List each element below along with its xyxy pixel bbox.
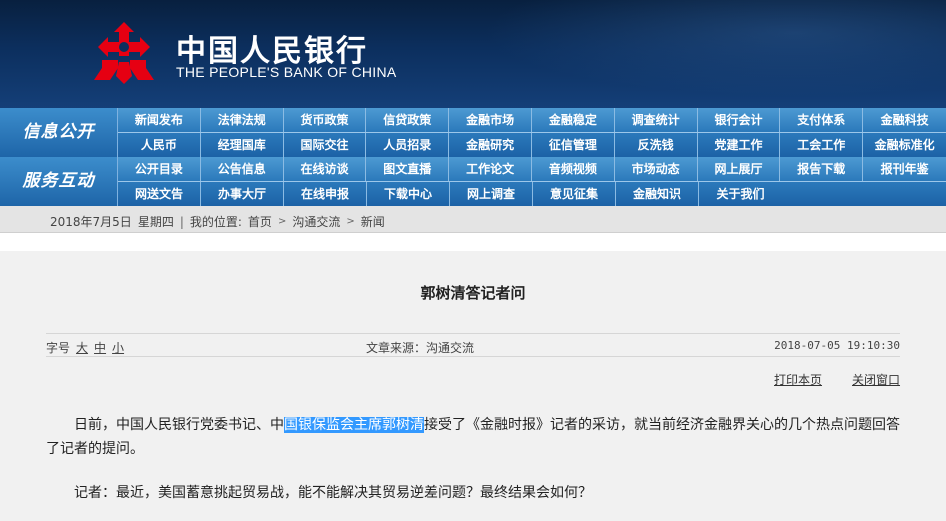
nav-item[interactable]: 公开目录 <box>118 157 201 181</box>
nav-row: 网送文告 办事大厅 在线申报 下载中心 网上调查 意见征集 金融知识 关于我们 <box>118 182 946 206</box>
nav-item[interactable]: 金融市场 <box>449 108 532 132</box>
nav-item[interactable]: 音频视频 <box>532 157 615 181</box>
chevron-right-icon: > <box>277 216 287 227</box>
article-title: 郭树清答记者问 <box>420 284 526 302</box>
nav-item[interactable]: 金融标准化 <box>863 133 946 157</box>
nav-item[interactable]: 市场动态 <box>615 157 698 181</box>
nav-item[interactable]: 办事大厅 <box>201 182 284 206</box>
nav-item[interactable]: 支付体系 <box>780 108 864 132</box>
bank-logo-icon[interactable] <box>88 20 160 86</box>
article-source: 文章来源：沟通交流 <box>366 341 475 355</box>
nav-item[interactable]: 工会工作 <box>780 133 864 157</box>
nav-item[interactable]: 在线申报 <box>284 182 367 206</box>
font-size-small-link[interactable]: 小 <box>112 339 124 356</box>
breadcrumb-separator: | <box>179 214 184 229</box>
nav-item[interactable]: 意见征集 <box>533 182 616 206</box>
font-size-medium-link[interactable]: 中 <box>94 339 106 356</box>
nav-item[interactable]: 经理国库 <box>201 133 284 157</box>
nav-section-label: 服务互动 <box>0 157 118 206</box>
nav-item[interactable]: 报告下载 <box>780 157 864 181</box>
nav-item[interactable]: 党建工作 <box>698 133 781 157</box>
nav-item[interactable]: 网上调查 <box>450 182 533 206</box>
nav-item[interactable]: 信贷政策 <box>366 108 450 132</box>
nav-item[interactable]: 征信管理 <box>532 133 615 157</box>
article-paragraph: 日前，中国人民银行党委书记、中国银保监会主席郭树清接受了《金融时报》记者的采访，… <box>46 413 900 461</box>
nav-item[interactable]: 法律法规 <box>201 108 284 132</box>
nav-item[interactable]: 金融知识 <box>616 182 699 206</box>
nav-item[interactable]: 在线访谈 <box>284 157 367 181</box>
nav-item[interactable]: 报刊年鉴 <box>863 157 946 181</box>
location-label: 我的位置: <box>189 215 242 229</box>
breadcrumb: 2018年7月5日 星期四 | 我的位置: 首页 > 沟通交流 > 新闻 <box>0 206 946 233</box>
font-size-label: 字号 <box>46 341 71 355</box>
nav-item[interactable]: 反洗钱 <box>615 133 698 157</box>
nav-item[interactable]: 金融科技 <box>863 108 946 132</box>
font-size-control: 字号 大 中 小 <box>46 339 124 356</box>
nav-item[interactable]: 人民币 <box>118 133 201 157</box>
bank-name-english: THE PEOPLE'S BANK OF CHINA <box>176 64 397 80</box>
article-content: 郭树清答记者问 字号 大 中 小 文章来源：沟通交流 2018-07-05 19… <box>0 251 946 521</box>
breadcrumb-level1[interactable]: 沟通交流 <box>292 213 340 230</box>
nav-section-service: 服务互动 公开目录 公告信息 在线访谈 图文直播 工作论文 音频视频 市场动态 … <box>0 157 946 206</box>
close-window-link[interactable]: 关闭窗口 <box>852 371 900 388</box>
nav-item[interactable]: 调查统计 <box>615 108 698 132</box>
nav-item[interactable]: 人员招录 <box>366 133 450 157</box>
nav-row: 人民币 经理国库 国际交往 人员招录 金融研究 征信管理 反洗钱 党建工作 工会… <box>118 133 946 157</box>
nav-item[interactable]: 下载中心 <box>367 182 450 206</box>
article-meta-bar: 字号 大 中 小 文章来源：沟通交流 2018-07-05 19:10:30 <box>46 333 900 357</box>
chevron-right-icon: > <box>346 216 355 227</box>
article-paragraph: 记者：最近，美国蓄意挑起贸易战，能不能解决其贸易逆差问题？最终结果会如何？ <box>74 485 592 501</box>
nav-section-label: 信息公开 <box>0 108 118 157</box>
header-decoration <box>430 0 946 108</box>
nav-item[interactable]: 金融研究 <box>449 133 532 157</box>
nav-row: 公开目录 公告信息 在线访谈 图文直播 工作论文 音频视频 市场动态 网上展厅 … <box>118 157 946 181</box>
print-page-link[interactable]: 打印本页 <box>774 371 822 388</box>
font-size-large-link[interactable]: 大 <box>76 339 88 356</box>
nav-item[interactable]: 图文直播 <box>366 157 450 181</box>
nav-item[interactable]: 银行会计 <box>698 108 781 132</box>
nav-item[interactable]: 工作论文 <box>449 157 532 181</box>
breadcrumb-home[interactable]: 首页 <box>248 213 272 230</box>
breadcrumb-level2[interactable]: 新闻 <box>361 213 385 230</box>
nav-item[interactable]: 国际交往 <box>284 133 367 157</box>
current-date: 2018年7月5日 <box>50 215 132 229</box>
selected-text: 国银保监会主席郭树清 <box>284 417 424 433</box>
paragraph-text: 日前，中国人民银行党委书记、中 <box>74 417 284 433</box>
nav-item[interactable]: 货币政策 <box>284 108 367 132</box>
article-datetime: 2018-07-05 19:10:30 <box>774 339 900 352</box>
site-header: 中国人民银行 THE PEOPLE'S BANK OF CHINA <box>0 0 946 108</box>
nav-section-info: 信息公开 新闻发布 法律法规 货币政策 信贷政策 金融市场 金融稳定 调查统计 … <box>0 108 946 157</box>
nav-item[interactable]: 网送文告 <box>118 182 201 206</box>
current-weekday: 星期四 <box>137 215 174 229</box>
nav-item[interactable]: 新闻发布 <box>118 108 201 132</box>
spacer <box>0 233 946 251</box>
main-navigation: 信息公开 新闻发布 法律法规 货币政策 信贷政策 金融市场 金融稳定 调查统计 … <box>0 108 946 206</box>
nav-row: 新闻发布 法律法规 货币政策 信贷政策 金融市场 金融稳定 调查统计 银行会计 … <box>118 108 946 132</box>
nav-item[interactable]: 公告信息 <box>201 157 284 181</box>
nav-item[interactable]: 网上展厅 <box>698 157 781 181</box>
nav-item[interactable]: 金融稳定 <box>532 108 615 132</box>
nav-item[interactable]: 关于我们 <box>699 182 782 206</box>
